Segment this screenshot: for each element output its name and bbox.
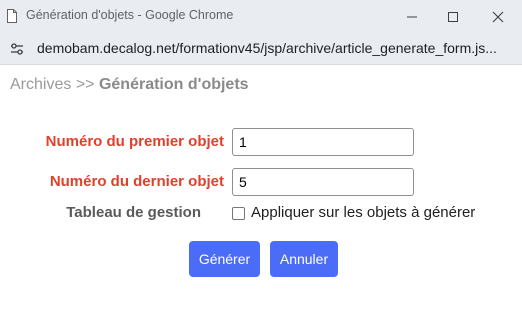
management-grid-label: Tableau de gestion [66, 204, 201, 221]
first-object-input[interactable] [232, 128, 414, 156]
window-title-bar: Génération d'objets - Google Chrome [0, 0, 522, 33]
generate-button[interactable]: Générer [189, 241, 260, 277]
maximize-button[interactable] [431, 0, 475, 33]
minimize-button[interactable] [390, 0, 434, 33]
minimize-icon [406, 11, 418, 23]
breadcrumb-parent[interactable]: Archives [10, 76, 71, 93]
window-title: Génération d'objets - Google Chrome [26, 8, 234, 22]
breadcrumb-current: Génération d'objets [98, 76, 249, 93]
address-bar[interactable]: demobam.decalog.net/formationv45/jsp/arc… [0, 33, 522, 65]
last-object-input[interactable] [232, 168, 414, 196]
close-icon [492, 11, 504, 23]
document-icon [5, 9, 19, 23]
url-text[interactable]: demobam.decalog.net/formationv45/jsp/arc… [37, 40, 515, 56]
last-object-label: Numéro du dernier objet [49, 173, 224, 190]
apply-checkbox-label[interactable]: Appliquer sur les objets à générer [251, 204, 475, 221]
site-settings-icon[interactable] [9, 41, 25, 57]
close-button[interactable] [476, 0, 520, 33]
first-object-label: Numéro du premier objet [45, 133, 224, 150]
apply-checkbox[interactable] [232, 207, 245, 220]
maximize-icon [447, 11, 459, 23]
cancel-button[interactable]: Annuler [270, 241, 338, 277]
breadcrumb-separator: >> [75, 76, 95, 93]
breadcrumb: Archives >> Génération d'objets [10, 76, 249, 94]
